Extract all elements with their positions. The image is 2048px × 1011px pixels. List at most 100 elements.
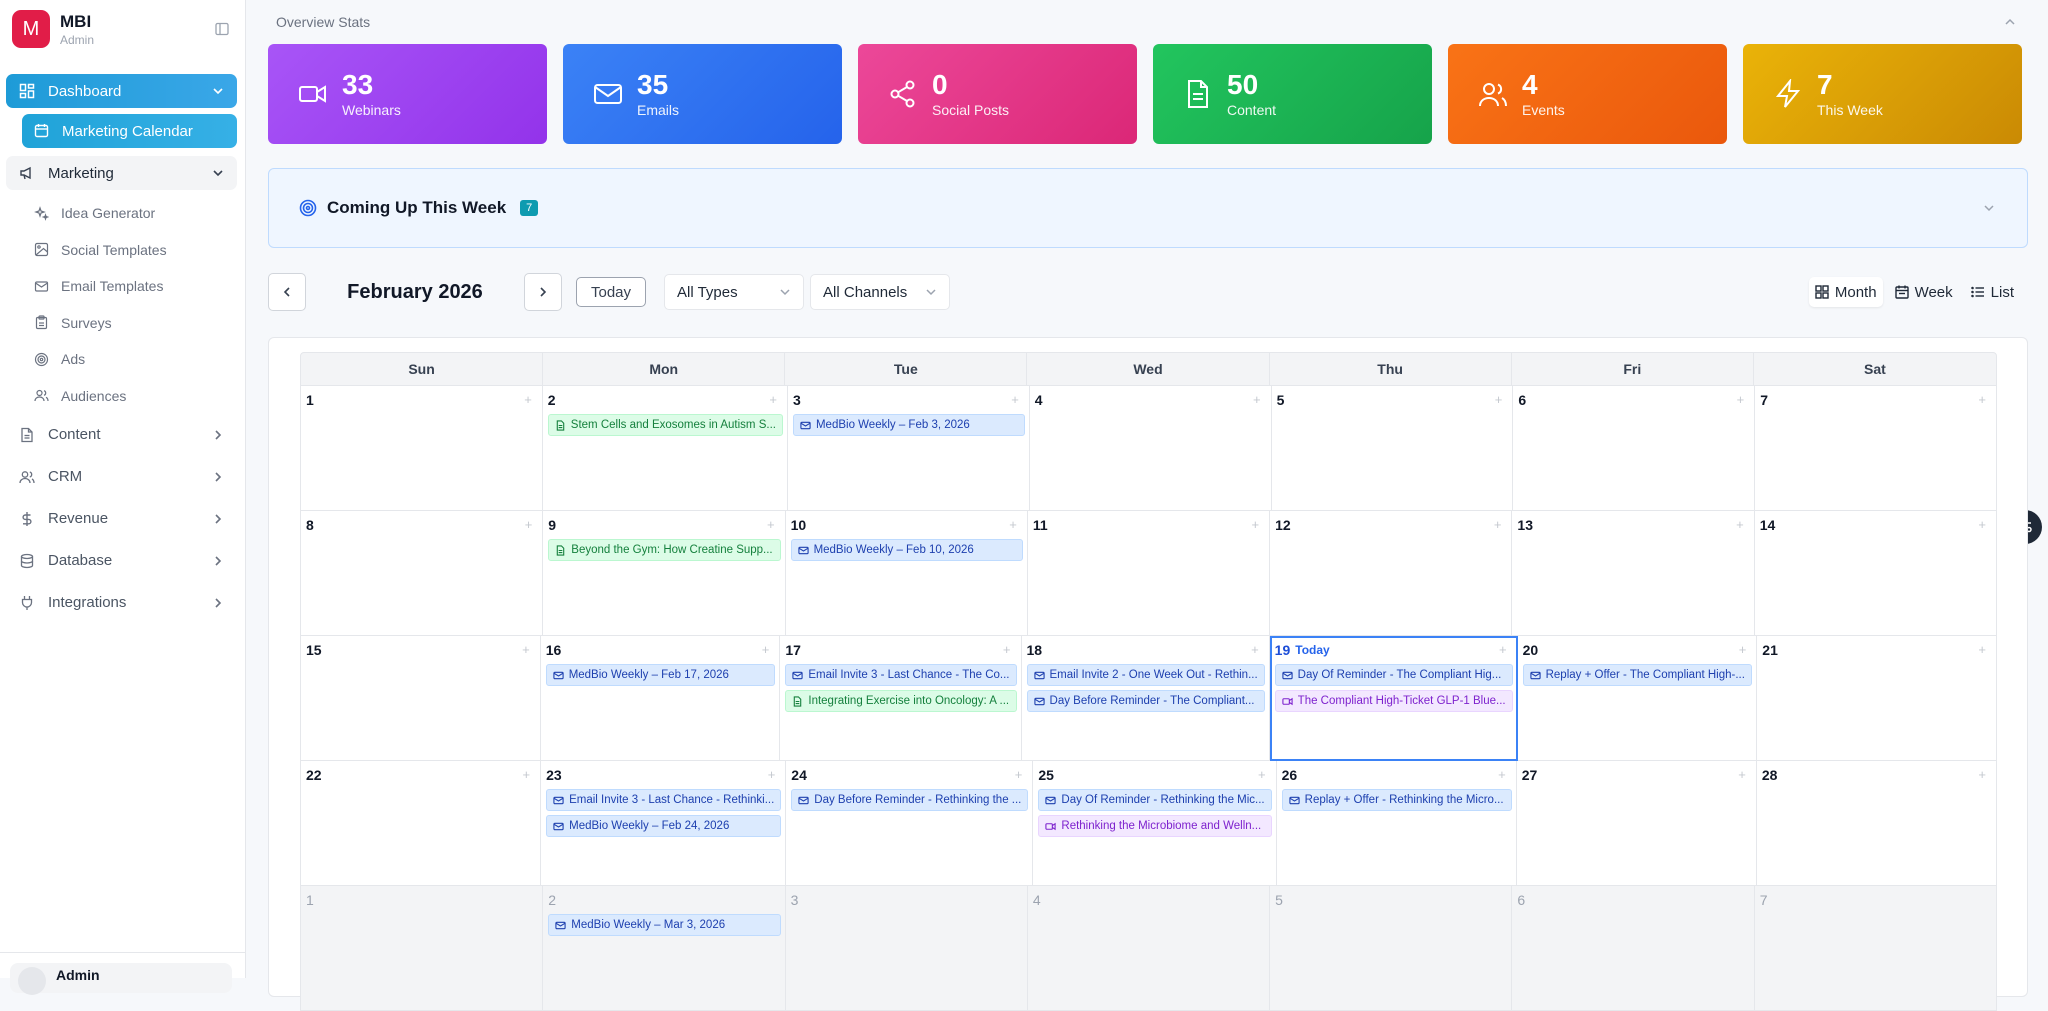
calendar-day[interactable]: 1 +	[301, 386, 543, 511]
stat-card-events[interactable]: 4 Events	[1448, 44, 1727, 144]
add-event-button[interactable]: +	[1253, 392, 1261, 407]
previous-month-button[interactable]	[268, 273, 306, 311]
sidebar-item-revenue[interactable]: Revenue	[6, 502, 237, 536]
calendar-event-content[interactable]: Beyond the Gym: How Creatine Supp...	[548, 539, 781, 561]
sidebar-collapse-icon[interactable]	[211, 18, 233, 40]
calendar-day[interactable]: 5 +	[1271, 386, 1514, 511]
add-event-button[interactable]: +	[1978, 642, 1986, 657]
calendar-event-email[interactable]: MedBio Weekly – Mar 3, 2026	[548, 914, 781, 936]
sidebar-item-crm[interactable]: CRM	[6, 460, 237, 494]
sidebar-item-idea-generator[interactable]: Idea Generator	[6, 198, 237, 228]
stat-card-webinars[interactable]: 33 Webinars	[268, 44, 547, 144]
calendar-day[interactable]: 9 + Beyond the Gym: How Creatine Supp...	[543, 511, 786, 636]
stat-card-social-posts[interactable]: 0 Social Posts	[858, 44, 1137, 144]
sidebar-item-marketing-calendar[interactable]: Marketing Calendar	[22, 114, 237, 148]
calendar-day[interactable]: 23 + Email Invite 3 - Last Chance - Rethin…	[541, 761, 787, 886]
calendar-day[interactable]: 1	[301, 886, 544, 1011]
calendar-day[interactable]: 2 + Stem Cells and Exosomes in Autism S...	[542, 386, 788, 511]
add-event-button[interactable]: +	[1978, 767, 1986, 782]
calendar-day[interactable]: 2 MedBio Weekly – Mar 3, 2026	[543, 886, 786, 1011]
calendar-day[interactable]: 14 +	[1754, 511, 1997, 636]
add-event-button[interactable]: +	[1258, 767, 1266, 782]
add-event-button[interactable]: +	[1494, 517, 1502, 532]
today-button[interactable]: Today	[576, 277, 647, 307]
calendar-day[interactable]: 6 +	[1513, 386, 1756, 511]
calendar-day[interactable]: 20 + Replay + Offer - The Compliant High-.…	[1517, 636, 1758, 761]
coming-up-panel[interactable]: Coming Up This Week 7	[268, 168, 2028, 248]
calendar-day[interactable]: 11 +	[1027, 511, 1271, 636]
add-event-button[interactable]: +	[1737, 392, 1745, 407]
add-event-button[interactable]: +	[1251, 642, 1259, 657]
user-menu[interactable]: Admin	[10, 963, 232, 995]
stat-card-emails[interactable]: 35 Emails	[563, 44, 842, 144]
calendar-day[interactable]: 26 + Replay + Offer - Rethinking the Micro…	[1276, 761, 1517, 886]
add-event-button[interactable]: +	[768, 767, 776, 782]
week-view-button[interactable]: Week	[1889, 277, 1959, 307]
calendar-event-email[interactable]: Email Invite 3 - Last Chance - The Co...	[785, 664, 1017, 686]
sidebar-item-audiences[interactable]: Audiences	[6, 381, 237, 411]
calendar-event-email[interactable]: MedBio Weekly – Feb 24, 2026	[546, 815, 782, 837]
calendar-day[interactable]: 3 + MedBio Weekly – Feb 3, 2026	[787, 386, 1030, 511]
calendar-day[interactable]: 10 + MedBio Weekly – Feb 10, 2026	[785, 511, 1028, 636]
calendar-event-email[interactable]: Day Of Reminder - Rethinking the Mic...	[1038, 789, 1272, 811]
calendar-day[interactable]: 24 + Day Before Reminder - Rethinking the …	[786, 761, 1034, 886]
add-event-button[interactable]: +	[767, 517, 775, 532]
add-event-button[interactable]: +	[769, 392, 777, 407]
sidebar-item-database[interactable]: Database	[6, 544, 237, 578]
calendar-day[interactable]: 7 +	[1755, 386, 1997, 511]
add-event-button[interactable]: +	[1011, 392, 1019, 407]
sidebar-item-marketing[interactable]: Marketing	[6, 156, 237, 190]
calendar-event-webinar[interactable]: Rethinking the Microbiome and Welln...	[1038, 815, 1272, 837]
calendar-event-email[interactable]: Replay + Offer - Rethinking the Micro...	[1281, 789, 1512, 811]
calendar-event-email[interactable]: MedBio Weekly – Feb 10, 2026	[790, 539, 1023, 561]
add-event-button[interactable]: +	[1015, 767, 1023, 782]
calendar-day[interactable]: 21 +	[1757, 636, 1997, 761]
calendar-day[interactable]: 8 +	[301, 511, 544, 636]
stat-card-this-week[interactable]: 7 This Week	[1743, 44, 2022, 144]
add-event-button[interactable]: +	[1499, 642, 1507, 657]
month-view-button[interactable]: Month	[1808, 277, 1883, 307]
calendar-event-email[interactable]: Email Invite 3 - Last Chance - Rethinki.…	[546, 789, 782, 811]
calendar-day[interactable]: 17 + Email Invite 3 - Last Chance - The Co…	[780, 636, 1022, 761]
next-month-button[interactable]	[524, 273, 562, 311]
sidebar-item-integrations[interactable]: Integrations	[6, 586, 237, 620]
calendar-day[interactable]: 18 + Email Invite 2 - One Week Out - Rethi…	[1021, 636, 1270, 761]
calendar-day[interactable]: 15 +	[301, 636, 541, 761]
calendar-day[interactable]: 3	[785, 886, 1028, 1011]
calendar-event-email[interactable]: Replay + Offer - The Compliant High-...	[1522, 664, 1753, 686]
calendar-day[interactable]: 4	[1027, 886, 1271, 1011]
add-event-button[interactable]: +	[523, 767, 531, 782]
list-view-button[interactable]: List	[1965, 277, 2020, 307]
chevron-down-icon[interactable]	[1983, 201, 1997, 215]
sidebar-item-dashboard[interactable]: Dashboard	[6, 74, 237, 108]
calendar-event-webinar[interactable]: The Compliant High-Ticket GLP-1 Blue...	[1274, 690, 1513, 712]
add-event-button[interactable]: +	[1739, 642, 1747, 657]
add-event-button[interactable]: +	[1736, 517, 1744, 532]
channel-filter-select[interactable]: All Channels	[810, 274, 951, 310]
calendar-day[interactable]: 16 + MedBio Weekly – Feb 17, 2026	[540, 636, 781, 761]
add-event-button[interactable]: +	[1003, 642, 1011, 657]
sidebar-item-email-templates[interactable]: Email Templates	[6, 271, 237, 301]
add-event-button[interactable]: +	[1495, 392, 1503, 407]
calendar-event-content[interactable]: Integrating Exercise into Oncology: A ..…	[785, 690, 1017, 712]
calendar-day[interactable]: 28 +	[1756, 761, 1997, 886]
calendar-day[interactable]: 6	[1512, 886, 1755, 1011]
calendar-event-email[interactable]: MedBio Weekly – Feb 3, 2026	[792, 414, 1025, 436]
calendar-day[interactable]: 22 +	[301, 761, 542, 886]
calendar-event-email[interactable]: Day Before Reminder - Rethinking the ...	[791, 789, 1029, 811]
calendar-day[interactable]: 7	[1754, 886, 1997, 1011]
chevron-up-icon[interactable]	[2004, 15, 2018, 29]
add-event-button[interactable]: +	[525, 517, 533, 532]
calendar-day[interactable]: 25 + Day Of Reminder - Rethinking the Mic.…	[1033, 761, 1277, 886]
sidebar-item-surveys[interactable]: Surveys	[6, 308, 237, 338]
add-event-button[interactable]: +	[762, 642, 770, 657]
calendar-day[interactable]: 27 +	[1516, 761, 1757, 886]
calendar-event-email[interactable]: Email Invite 2 - One Week Out - Rethin..…	[1026, 664, 1265, 686]
sidebar-item-ads[interactable]: Ads	[6, 344, 237, 374]
sidebar-item-social-templates[interactable]: Social Templates	[6, 235, 237, 265]
type-filter-select[interactable]: All Types	[664, 274, 805, 310]
calendar-event-email[interactable]: Day Of Reminder - The Compliant Hig...	[1274, 664, 1513, 686]
calendar-event-email[interactable]: MedBio Weekly – Feb 17, 2026	[545, 664, 776, 686]
add-event-button[interactable]: +	[1738, 767, 1746, 782]
add-event-button[interactable]: +	[1978, 517, 1986, 532]
